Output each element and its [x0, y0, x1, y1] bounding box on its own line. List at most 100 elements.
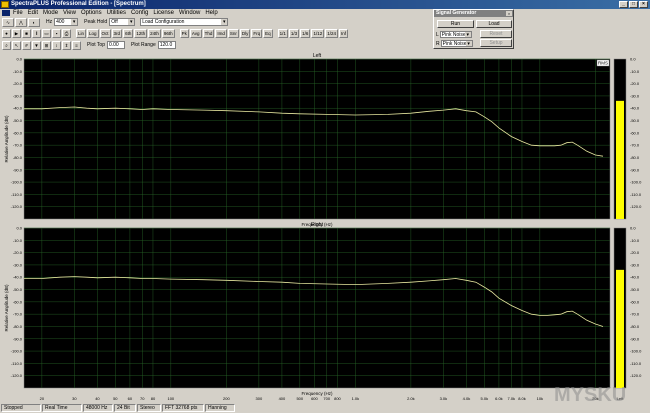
spectrum-mode-icon[interactable]: ∿ — [2, 17, 14, 27]
menu-view[interactable]: View — [63, 10, 76, 16]
toolbar-main: ∿ ⋀ ◐ Hz 400 Peak Hold Off Load Configur… — [0, 17, 430, 27]
octave-button-1-24[interactable]: 1/24 — [325, 28, 338, 38]
status-mode: Real Time — [42, 404, 82, 412]
y-tick-label-right: -60.0 — [630, 299, 640, 304]
y-tick-label-right: -100.0 — [630, 180, 642, 185]
status-fft-size: FFT 32768 pts — [162, 404, 204, 412]
mode-button-frq[interactable]: Frq — [251, 28, 263, 38]
cursor-icon[interactable]: ↖ — [12, 40, 21, 50]
mode-button-log[interactable]: Log — [87, 28, 99, 38]
spectrum-plots[interactable]: Left 0.0 0.0 -10.0 -10.0 -20.0 -20.0 -30.0 -30.0… — [0, 51, 650, 402]
marker-icon[interactable]: ▼ — [32, 40, 41, 50]
mode-button-avg[interactable]: Avg — [189, 28, 202, 38]
y-tick-label-right: -40.0 — [630, 275, 640, 280]
generator-left-select[interactable]: Pink Noise — [439, 31, 472, 38]
y-tick-label-right: -70.0 — [630, 312, 640, 317]
y-tick-label-left: -30.0 — [13, 93, 23, 98]
x-tick-label: 50 — [113, 396, 118, 401]
generator-reset-button[interactable]: Reset — [480, 30, 512, 38]
level-meter-fill-right — [616, 269, 624, 388]
mode-button-24th[interactable]: 24th — [148, 28, 161, 38]
octave-button-1-1[interactable]: 1/1 — [277, 28, 288, 38]
mode-button-eq[interactable]: Eq — [263, 28, 273, 38]
generator-load-button[interactable]: Load — [476, 20, 512, 28]
signal-generator-close-icon[interactable]: × — [506, 11, 512, 16]
save-icon[interactable]: ▪ — [52, 28, 61, 38]
pause-icon[interactable]: ‖ — [32, 28, 41, 38]
y-tick-label-left: -50.0 — [13, 287, 23, 292]
y-axis-label-right: Relative Amplitude (dB) — [4, 284, 9, 332]
y-tick-label-right: -70.0 — [630, 143, 640, 148]
mode-button-12th[interactable]: 12th — [134, 28, 148, 38]
open-icon[interactable]: ▭ — [42, 28, 51, 38]
status-bit-depth: 24 Bit — [114, 404, 136, 412]
y-tick-label-left: -100.0 — [11, 180, 23, 185]
menu-file[interactable]: File — [13, 10, 23, 16]
auto-scale-icon[interactable]: ⇕ — [62, 40, 71, 50]
hz-select[interactable]: 400 — [54, 18, 79, 26]
menu-mode[interactable]: Mode — [43, 10, 58, 16]
document-icon[interactable] — [2, 10, 10, 16]
rms-badge-label: RMS — [598, 61, 608, 66]
mode-button-dly[interactable]: Dly — [239, 28, 251, 38]
plot-range-input[interactable]: 120.0 — [157, 41, 176, 49]
hold-icon[interactable]: ⊞ — [42, 40, 51, 50]
minimize-icon[interactable]: _ — [619, 1, 628, 8]
maximize-icon[interactable]: □ — [629, 1, 638, 8]
y-tick-label-right: -120.0 — [630, 373, 642, 378]
overlay-icon[interactable]: ≡ — [72, 40, 81, 50]
menu-license[interactable]: License — [153, 10, 174, 16]
scope-mode-icon[interactable]: ⋀ — [15, 17, 27, 27]
plot-title-right: Right — [311, 222, 323, 228]
mode-button-lin[interactable]: Lin — [76, 28, 87, 38]
y-tick-label-right: -110.0 — [630, 361, 642, 366]
octave-button-inf[interactable]: Inf — [338, 28, 348, 38]
menu-window[interactable]: Window — [179, 10, 200, 16]
stop-icon[interactable]: ■ — [22, 28, 31, 38]
scale-icon[interactable]: ↕ — [52, 40, 61, 50]
menu-options[interactable]: Options — [81, 10, 102, 16]
generator-setup-button[interactable]: Setup — [480, 39, 512, 47]
zoom-icon[interactable]: ⌕ — [2, 40, 11, 50]
y-tick-label-left: -110.0 — [11, 192, 23, 197]
x-tick-label: 60 — [128, 396, 133, 401]
mode-button-thd[interactable]: Thd — [202, 28, 215, 38]
octave-button-1-3[interactable]: 1/3 — [288, 28, 300, 38]
mode-button-snr[interactable]: Snr — [227, 28, 239, 38]
mode-button-3rd[interactable]: 3rd — [111, 28, 123, 38]
mode-button-pk[interactable]: Pk — [179, 28, 189, 38]
mode-button-96th[interactable]: 96th — [161, 28, 175, 38]
x-tick-label: 5.0k — [481, 396, 489, 401]
octave-button-1-12[interactable]: 1/12 — [311, 28, 325, 38]
mode-button-6th[interactable]: 6th — [123, 28, 134, 38]
peak-hold-select[interactable]: Off — [109, 18, 136, 26]
menu-config[interactable]: Config — [131, 10, 148, 16]
grid-icon[interactable]: # — [22, 40, 31, 50]
mode-button-imd[interactable]: Imd — [215, 28, 227, 38]
close-icon[interactable]: × — [639, 1, 648, 8]
y-axis-label-left: Relative Amplitude (dB) — [4, 115, 9, 163]
plot-top-input[interactable]: 0.00 — [106, 41, 125, 49]
generator-right-select[interactable]: Pink Noise — [440, 40, 473, 47]
y-tick-label-right: -90.0 — [630, 336, 640, 341]
record-icon[interactable]: ● — [2, 28, 11, 38]
x-tick-label: 800 — [334, 396, 341, 401]
y-tick-label-right: -50.0 — [630, 118, 640, 123]
print-icon[interactable]: ⎙ — [62, 28, 71, 38]
y-tick-label-left: -40.0 — [13, 106, 23, 111]
y-tick-label-right: -50.0 — [630, 287, 640, 292]
y-tick-label-left: -90.0 — [13, 167, 23, 172]
menu-help[interactable]: Help — [205, 10, 217, 16]
x-tick-label: 100 — [167, 396, 174, 401]
phase-mode-icon[interactable]: ◐ — [28, 17, 40, 27]
configuration-select[interactable]: Load Configuration — [140, 18, 229, 26]
menu-edit[interactable]: Edit — [28, 10, 38, 16]
y-tick-label-right: 0.0 — [630, 226, 636, 231]
y-tick-label-left: -10.0 — [13, 238, 23, 243]
menu-utilities[interactable]: Utilities — [107, 10, 126, 16]
mode-button-oct[interactable]: Oct — [99, 28, 111, 38]
play-icon[interactable]: ▶ — [12, 28, 21, 38]
octave-button-1-6[interactable]: 1/6 — [300, 28, 311, 38]
generator-run-button[interactable]: Run — [437, 20, 474, 28]
signal-generator-title: Signal Generator × — [434, 10, 513, 17]
